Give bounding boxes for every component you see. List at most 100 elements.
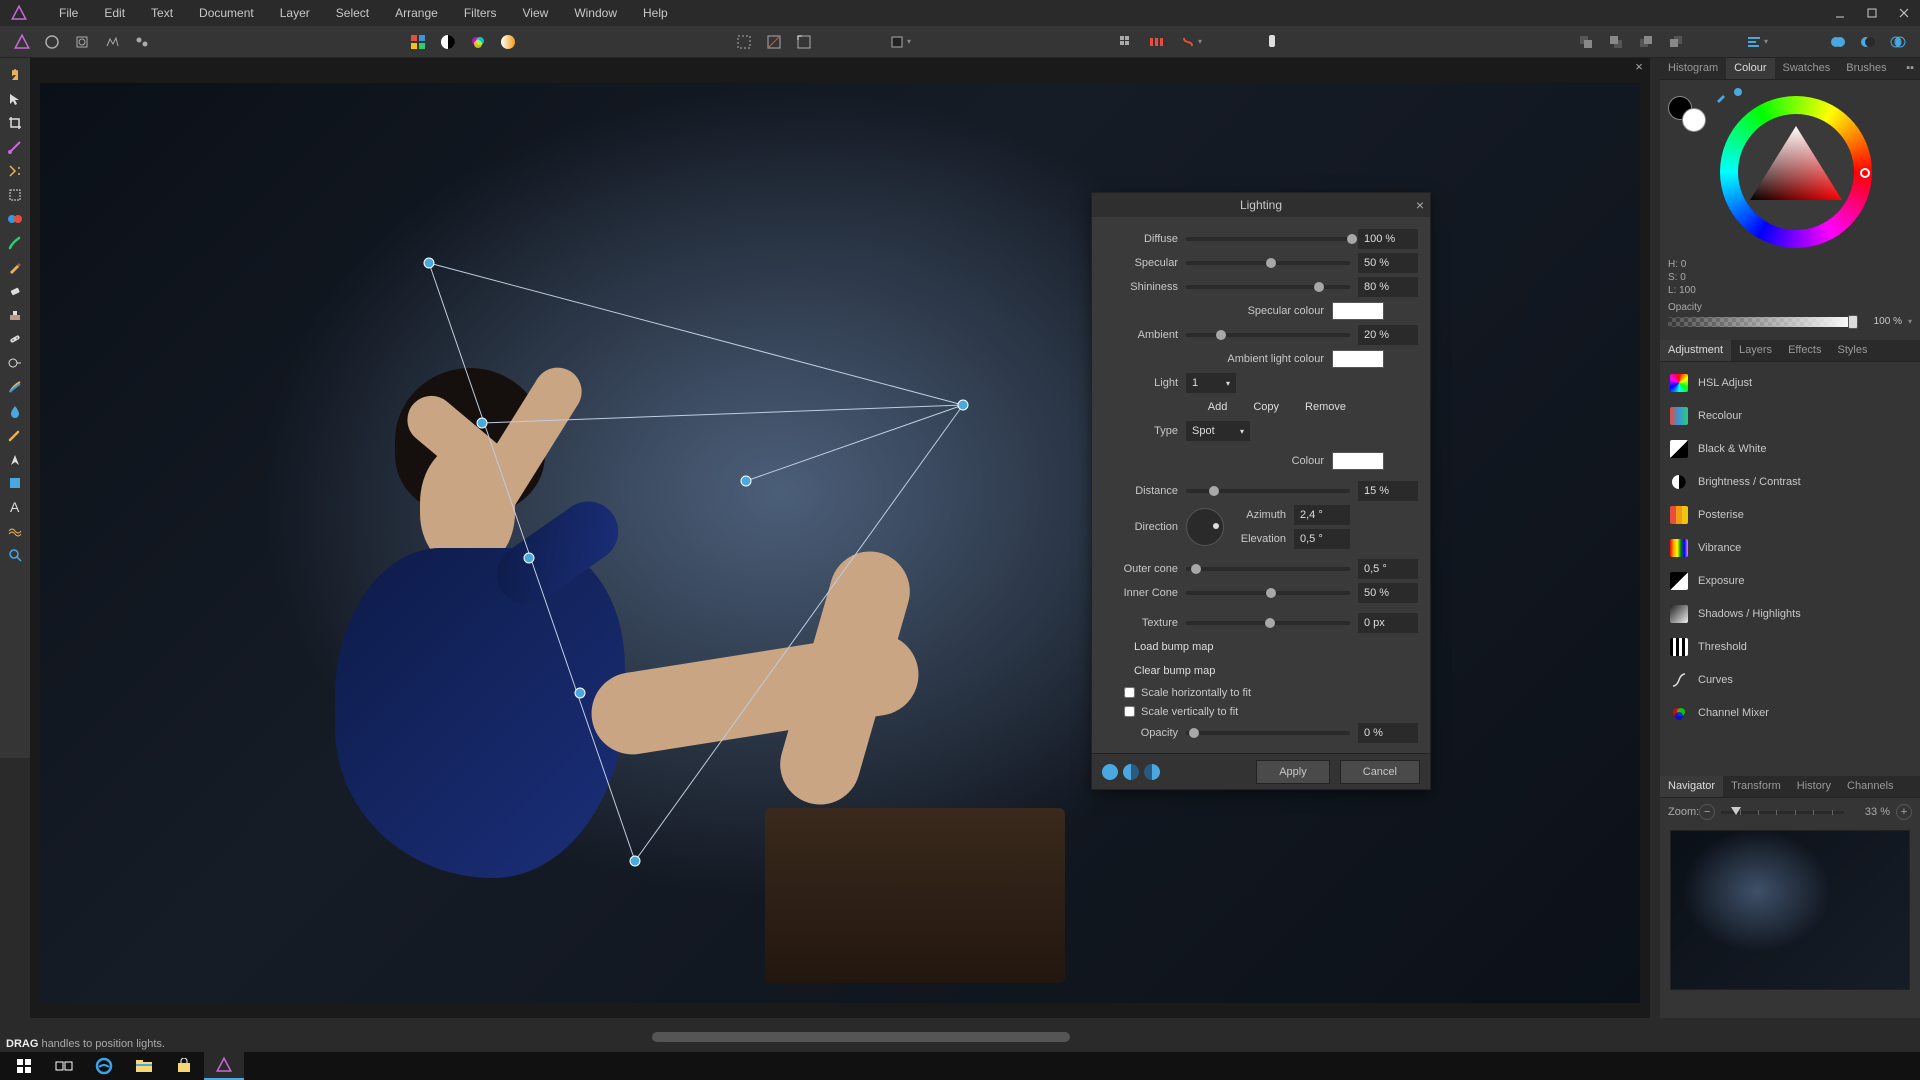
start-button[interactable]: [4, 1052, 44, 1080]
flood-select-icon[interactable]: [3, 160, 27, 182]
explorer-icon[interactable]: [124, 1052, 164, 1080]
inner-cone-value[interactable]: 50 %: [1358, 583, 1418, 603]
tab-swatches[interactable]: Swatches: [1775, 58, 1839, 79]
inner-cone-slider[interactable]: [1186, 591, 1350, 595]
tab-adjustment[interactable]: Adjustment: [1660, 340, 1731, 361]
zoom-out-button[interactable]: −: [1699, 804, 1715, 820]
light-remove[interactable]: Remove: [1305, 401, 1358, 413]
boolean-add-icon[interactable]: [1826, 30, 1850, 54]
hand-tool-icon[interactable]: [3, 64, 27, 86]
arrange-1-icon[interactable]: [1574, 30, 1598, 54]
hue-ring-marker[interactable]: [1860, 168, 1870, 178]
ambient-value[interactable]: 20 %: [1358, 325, 1418, 345]
close-button[interactable]: [1888, 0, 1920, 26]
navigator-preview[interactable]: [1670, 830, 1910, 990]
adj-exposure[interactable]: Exposure: [1660, 564, 1920, 597]
tab-navigator[interactable]: Navigator: [1660, 776, 1723, 797]
clear-bump-button[interactable]: Clear bump map: [1126, 662, 1223, 680]
palette-icon[interactable]: [406, 30, 430, 54]
elevation-value[interactable]: 0,5 °: [1294, 529, 1350, 549]
menu-layer[interactable]: Layer: [267, 2, 323, 24]
minimize-button[interactable]: [1824, 0, 1856, 26]
menu-filters[interactable]: Filters: [451, 2, 510, 24]
preset-3[interactable]: [1144, 764, 1160, 780]
paint-brush-icon[interactable]: [3, 232, 27, 254]
azimuth-value[interactable]: 2,4 °: [1294, 505, 1350, 525]
menu-file[interactable]: File: [46, 2, 91, 24]
selection-dashed-icon[interactable]: [732, 30, 756, 54]
tab-brushes[interactable]: Brushes: [1838, 58, 1894, 79]
dodge-tool-icon[interactable]: [3, 352, 27, 374]
arrange-3-icon[interactable]: [1634, 30, 1658, 54]
quicksquash-icon[interactable]: ▾: [878, 30, 922, 54]
document-close-icon[interactable]: ×: [1632, 60, 1646, 74]
persona-develop-icon[interactable]: [70, 30, 94, 54]
direction-dial[interactable]: [1186, 508, 1224, 546]
pen-tool-icon[interactable]: [3, 448, 27, 470]
fill-tool-icon[interactable]: [3, 208, 27, 230]
tab-channels[interactable]: Channels: [1839, 776, 1901, 797]
rgb-circle-icon[interactable]: [466, 30, 490, 54]
colour-triangle[interactable]: [1744, 120, 1848, 224]
boolean-int-icon[interactable]: [1886, 30, 1910, 54]
distribute-icon[interactable]: [1144, 30, 1168, 54]
preset-1[interactable]: [1102, 764, 1118, 780]
specular-colour-swatch[interactable]: [1332, 302, 1384, 320]
blur-tool-icon[interactable]: [3, 400, 27, 422]
light-add[interactable]: Add: [1208, 401, 1240, 413]
boolean-sub-icon[interactable]: [1856, 30, 1880, 54]
adj-hsl[interactable]: HSL Adjust: [1660, 366, 1920, 399]
adj-threshold[interactable]: Threshold: [1660, 630, 1920, 663]
ambient-colour-swatch[interactable]: [1332, 350, 1384, 368]
ambient-slider[interactable]: [1186, 333, 1350, 337]
diffuse-value[interactable]: 100 %: [1358, 229, 1418, 249]
adj-vibrance[interactable]: Vibrance: [1660, 531, 1920, 564]
healing-tool-icon[interactable]: [3, 328, 27, 350]
diffuse-slider[interactable]: [1186, 237, 1350, 241]
crop-tool-icon[interactable]: [3, 112, 27, 134]
light-select[interactable]: 1▾: [1186, 373, 1236, 393]
menu-select[interactable]: Select: [323, 2, 382, 24]
grid-icon[interactable]: [1114, 30, 1138, 54]
assistant-icon[interactable]: [1260, 30, 1284, 54]
adj-bright-contrast[interactable]: Brightness / Contrast: [1660, 465, 1920, 498]
texture-value[interactable]: 0 px: [1358, 613, 1418, 633]
pencil-tool-icon[interactable]: [3, 256, 27, 278]
colour-opacity-value[interactable]: 100 %: [1860, 316, 1902, 327]
affinity-taskbar-icon[interactable]: [204, 1052, 244, 1080]
align-dropdown-icon[interactable]: ▾: [1740, 30, 1774, 54]
selection-diagonal-icon[interactable]: [762, 30, 786, 54]
tab-effects[interactable]: Effects: [1780, 340, 1829, 361]
opacity-slider[interactable]: [1186, 731, 1350, 735]
outer-cone-slider[interactable]: [1186, 567, 1350, 571]
menu-arrange[interactable]: Arrange: [382, 2, 451, 24]
mesh-tool-icon[interactable]: [3, 520, 27, 542]
persona-export-icon[interactable]: [130, 30, 154, 54]
distance-value[interactable]: 15 %: [1358, 481, 1418, 501]
load-bump-button[interactable]: Load bump map: [1126, 638, 1222, 656]
maximize-button[interactable]: [1856, 0, 1888, 26]
cancel-button[interactable]: Cancel: [1340, 760, 1420, 784]
lighting-close-icon[interactable]: ×: [1416, 197, 1424, 213]
light-copy[interactable]: Copy: [1253, 401, 1291, 413]
menu-edit[interactable]: Edit: [91, 2, 138, 24]
adj-bw[interactable]: Black & White: [1660, 432, 1920, 465]
menu-document[interactable]: Document: [186, 2, 267, 24]
gradient-circle-icon[interactable]: [496, 30, 520, 54]
lighting-title[interactable]: Lighting×: [1092, 193, 1430, 217]
scale-v-checkbox[interactable]: Scale vertically to fit: [1124, 702, 1418, 721]
horizontal-scrollbar[interactable]: [40, 1030, 1650, 1044]
preset-2[interactable]: [1123, 764, 1139, 780]
scale-h-checkbox[interactable]: Scale horizontally to fit: [1124, 683, 1418, 702]
zoom-in-button[interactable]: +: [1896, 804, 1912, 820]
contrast-circle-icon[interactable]: [436, 30, 460, 54]
text-tool-icon[interactable]: A: [3, 496, 27, 518]
shininess-value[interactable]: 80 %: [1358, 277, 1418, 297]
adj-recolour[interactable]: Recolour: [1660, 399, 1920, 432]
tab-colour[interactable]: Colour: [1726, 58, 1774, 79]
eraser-icon[interactable]: [3, 280, 27, 302]
menu-view[interactable]: View: [510, 2, 562, 24]
move-tool-icon[interactable]: [3, 88, 27, 110]
distance-slider[interactable]: [1186, 489, 1350, 493]
apply-button[interactable]: Apply: [1256, 760, 1330, 784]
